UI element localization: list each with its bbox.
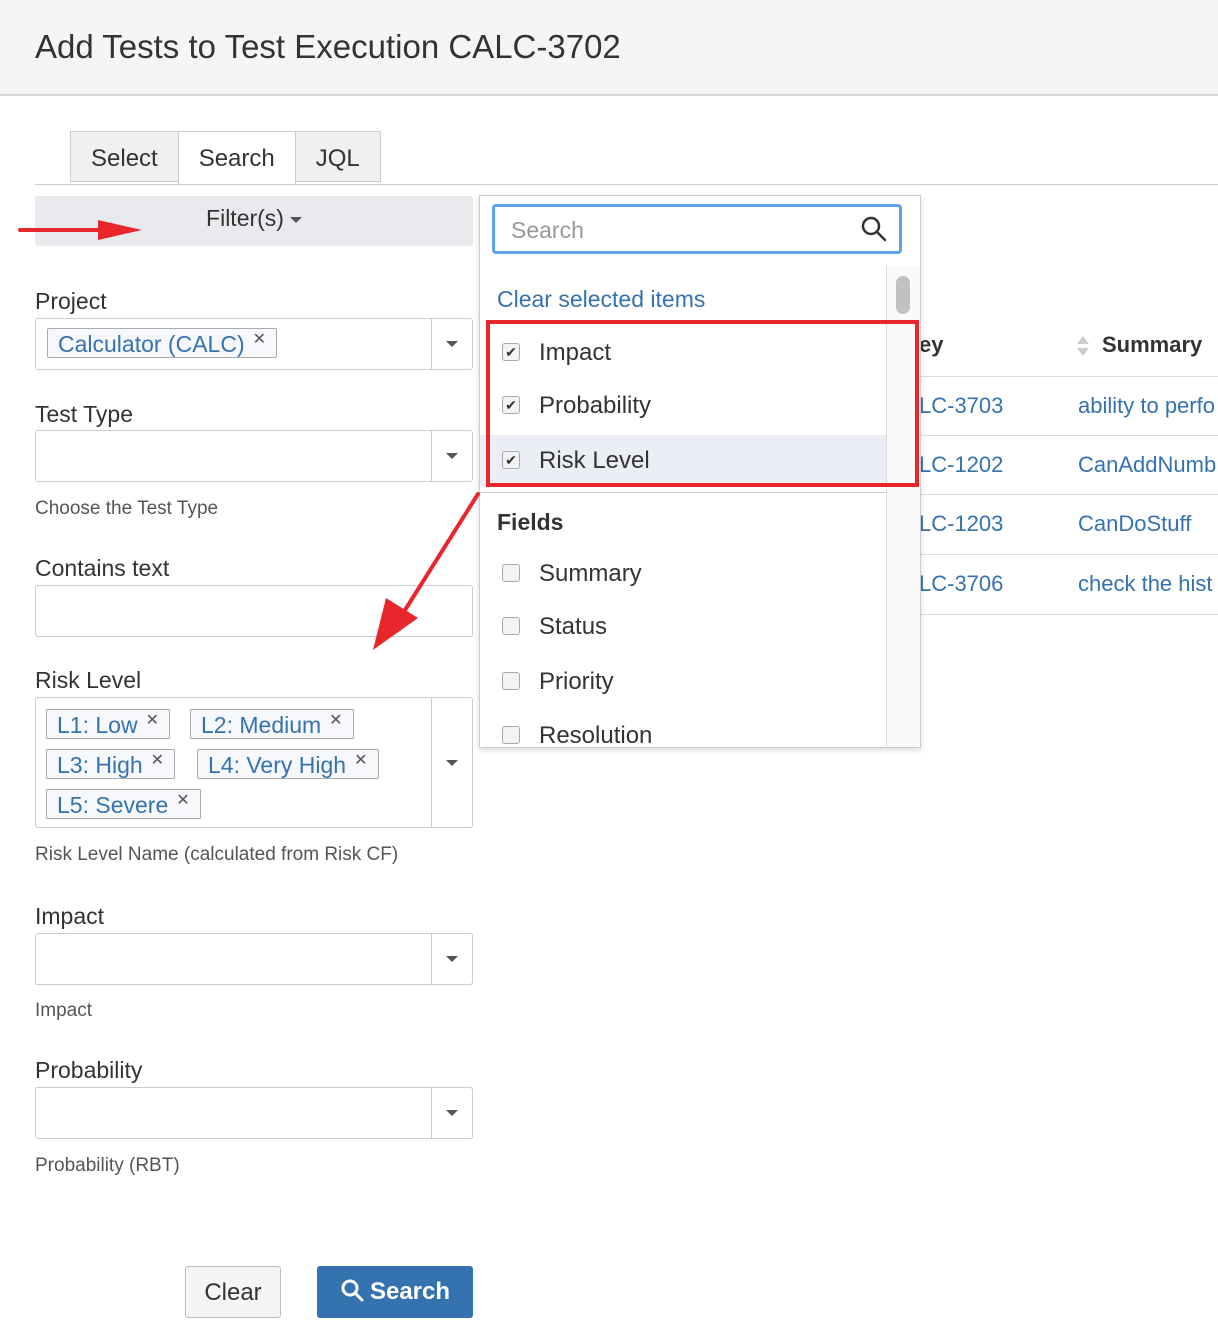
project-select[interactable]: Calculator (CALC) ✕ — [35, 318, 473, 370]
scrollbar-thumb[interactable] — [896, 276, 910, 314]
table-row: LC-1202 CanAddNumb — [919, 435, 1218, 495]
search-icon — [341, 1279, 364, 1302]
chevron-down-icon — [446, 1110, 458, 1116]
issue-key-link[interactable]: LC-3706 — [919, 571, 1003, 597]
remove-chip-icon[interactable]: ✕ — [354, 752, 367, 769]
issue-key-link[interactable]: LC-1202 — [919, 452, 1003, 478]
chevron-down-icon — [446, 341, 458, 347]
column-header-key[interactable]: ey — [919, 332, 943, 358]
tab-search[interactable]: Search — [177, 131, 296, 185]
checkbox[interactable] — [502, 672, 520, 690]
risk-level-select[interactable]: L1: Low ✕ L2: Medium ✕ L3: High ✕ L4: Very … — [35, 697, 473, 828]
filters-search-input[interactable] — [509, 215, 853, 245]
remove-chip-icon[interactable]: ✕ — [151, 752, 164, 769]
risk-level-label: Risk Level — [35, 667, 142, 693]
remove-chip-icon[interactable]: ✕ — [176, 792, 189, 809]
risk-chip-l4[interactable]: L4: Very High ✕ — [197, 749, 379, 779]
remove-chip-icon[interactable]: ✕ — [146, 712, 159, 729]
probability-label: Probability — [35, 1057, 143, 1083]
risk-level-description: Risk Level Name (calculated from Risk CF… — [35, 844, 399, 865]
option-status[interactable]: Status — [480, 601, 886, 653]
project-label: Project — [35, 288, 107, 314]
project-dropdown-button[interactable] — [431, 319, 472, 369]
chevron-down-icon — [446, 956, 458, 962]
impact-select[interactable] — [35, 933, 473, 985]
clear-selected-link[interactable]: Clear selected items — [497, 286, 705, 313]
test-type-description: Choose the Test Type — [35, 498, 219, 519]
filters-label: Filter(s) — [206, 205, 284, 231]
contains-text-label: Contains text — [35, 555, 170, 581]
dialog-header: Add Tests to Test Execution CALC-3702 — [0, 0, 1218, 96]
annotation-highlight-box — [486, 320, 919, 487]
probability-description: Probability (RBT) — [35, 1155, 180, 1176]
search-button-label: Search — [369, 1278, 451, 1305]
issue-summary-link[interactable]: CanAddNumb — [1078, 452, 1216, 478]
search-icon — [861, 216, 887, 242]
issue-key-link[interactable]: LC-1203 — [919, 511, 1003, 537]
fields-section-header: Fields — [497, 509, 564, 535]
option-priority[interactable]: Priority — [480, 656, 886, 708]
remove-chip-icon[interactable]: ✕ — [253, 331, 266, 348]
sort-icon[interactable] — [1076, 334, 1090, 358]
risk-chip-l5[interactable]: L5: Severe ✕ — [46, 789, 201, 819]
risk-chip-l2[interactable]: L2: Medium ✕ — [190, 709, 354, 739]
impact-label: Impact — [35, 903, 105, 929]
option-resolution[interactable]: Resolution — [480, 710, 886, 747]
risk-level-dropdown-button[interactable] — [431, 698, 472, 827]
issue-summary-link[interactable]: CanDoStuff — [1078, 511, 1191, 537]
column-header-summary[interactable]: Summary — [1102, 332, 1202, 358]
checkbox[interactable] — [502, 564, 520, 582]
annotation-arrow-right-icon — [18, 220, 142, 240]
chevron-down-icon — [446, 759, 458, 766]
probability-dropdown-button[interactable] — [431, 1088, 472, 1138]
project-chip[interactable]: Calculator (CALC) ✕ — [47, 328, 278, 358]
risk-chip-l1[interactable]: L1: Low ✕ — [46, 709, 170, 739]
annotation-arrow-diagonal-icon — [373, 492, 480, 650]
impact-description: Impact — [35, 1000, 93, 1021]
issue-summary-link[interactable]: ability to perfo — [1078, 393, 1215, 419]
table-row: LC-3703 ability to perfo — [919, 376, 1218, 436]
test-type-label: Test Type — [35, 401, 134, 427]
tab-select[interactable]: Select — [70, 131, 179, 182]
results-table: ey Summary LC-3703 ability to perfo LC-1… — [919, 318, 1218, 618]
test-type-select[interactable] — [35, 430, 473, 482]
issue-key-link[interactable]: LC-3703 — [919, 393, 1003, 419]
impact-dropdown-button[interactable] — [431, 934, 472, 984]
search-tabs: Select Search JQL — [70, 131, 381, 185]
issue-summary-link[interactable]: check the hist — [1078, 571, 1213, 597]
risk-chip-l3[interactable]: L3: High ✕ — [46, 749, 176, 779]
clear-button[interactable]: Clear — [185, 1266, 281, 1318]
dialog-title: Add Tests to Test Execution CALC-3702 — [35, 28, 621, 65]
filters-search-box[interactable] — [492, 204, 902, 254]
table-row: LC-1203 CanDoStuff — [919, 494, 1218, 554]
checkbox[interactable] — [502, 617, 520, 635]
tab-jql[interactable]: JQL — [294, 131, 381, 182]
remove-chip-icon[interactable]: ✕ — [329, 712, 342, 729]
tab-divider — [35, 184, 1218, 185]
table-row: LC-3706 check the hist — [919, 554, 1218, 615]
dropdown-divider — [480, 492, 886, 493]
search-button[interactable]: Search — [317, 1266, 473, 1318]
test-type-dropdown-button[interactable] — [431, 431, 472, 481]
chevron-down-icon — [446, 453, 458, 459]
checkbox[interactable] — [502, 726, 520, 744]
chevron-down-icon — [289, 216, 302, 223]
probability-select[interactable] — [35, 1087, 473, 1139]
option-summary[interactable]: Summary — [480, 548, 886, 600]
